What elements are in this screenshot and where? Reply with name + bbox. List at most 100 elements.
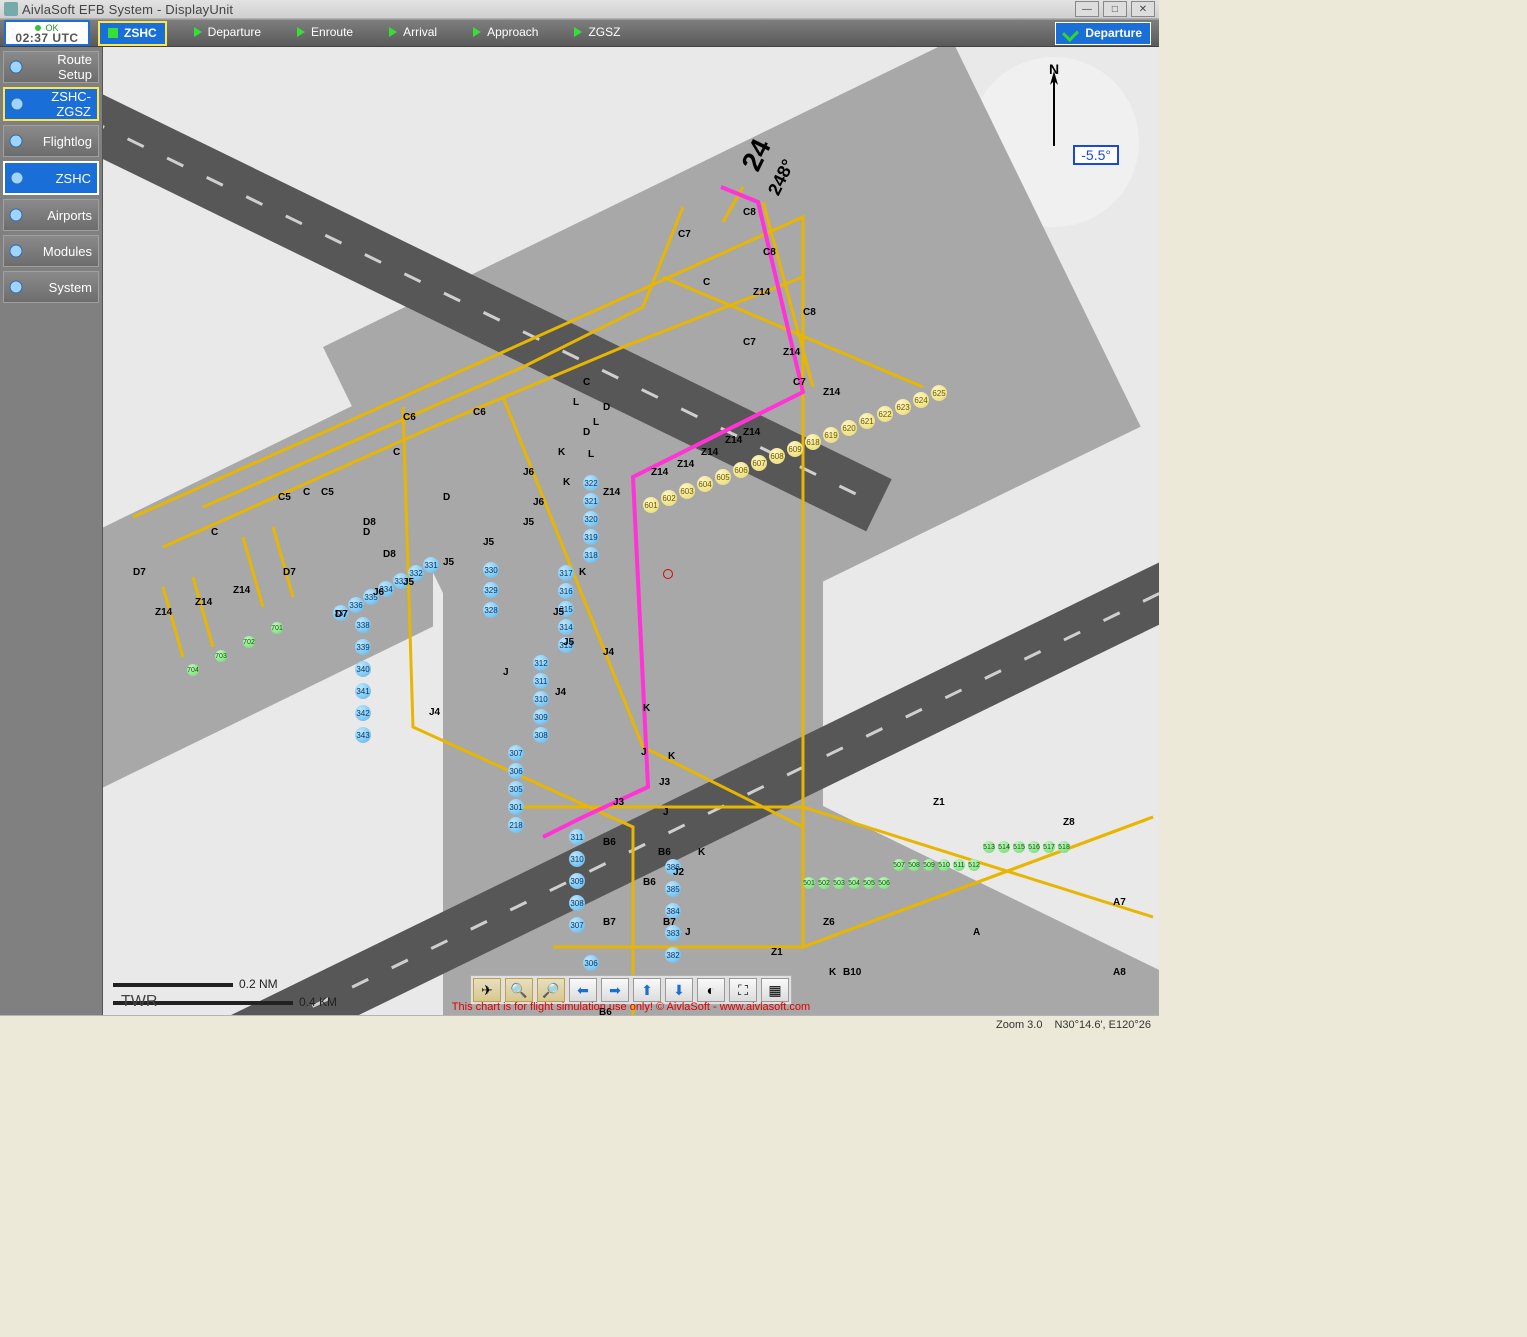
grid-button[interactable]: ▦ [761, 978, 789, 1002]
gate-506: 506 [878, 877, 890, 889]
phase-button-departure[interactable]: Departure [1055, 22, 1151, 45]
globe-icon [8, 59, 24, 75]
taxiway-label-J5: J5 [553, 607, 564, 618]
arrow-left-button[interactable]: ⬅ [569, 978, 597, 1002]
gate-602: 602 [661, 490, 677, 506]
taxiway-label-C5: C5 [278, 492, 291, 503]
sidebar-zshc-zgsz[interactable]: ZSHC-ZGSZ [3, 87, 99, 121]
taxiway-label-J6: J6 [533, 497, 544, 508]
gate-305: 305 [508, 781, 524, 797]
day-night-icon: ◐ [707, 982, 715, 998]
gate-623: 623 [895, 399, 911, 415]
nav-departure[interactable]: Departure [185, 21, 270, 44]
taxiway-label-K: K [643, 703, 650, 714]
taxiway-label-C: C [303, 487, 310, 498]
sidebar-label: ZSHC [31, 171, 93, 186]
sidebar-modules[interactable]: Modules [3, 235, 99, 267]
sidebar-system[interactable]: System [3, 271, 99, 303]
gate-624: 624 [913, 392, 929, 408]
app-icon [4, 2, 18, 16]
taxiway-label-C6: C6 [473, 407, 486, 418]
twr-label: TWR [121, 993, 157, 1011]
taxiway-label-D: D [443, 492, 450, 503]
arrow-up-button[interactable]: ⬆ [633, 978, 661, 1002]
gate-340: 340 [355, 661, 371, 677]
gate-331: 331 [423, 557, 439, 573]
scale-nm: 0.2 NM [239, 977, 278, 991]
sidebar-airports[interactable]: Airports [3, 199, 99, 231]
sidebar-label: Route Setup [30, 52, 94, 82]
taxiway-label-B6: B6 [643, 877, 656, 888]
gate-703: 703 [215, 650, 227, 662]
arrow-down-icon: ⬇ [673, 982, 685, 999]
gate-317: 317 [558, 565, 574, 581]
taxiway-label-K: K [698, 847, 705, 858]
gate-503: 503 [833, 877, 845, 889]
taxiway-label-C: C [583, 377, 590, 388]
taxiway-label-A: A [973, 927, 980, 938]
taxiway-label-J2: J2 [673, 867, 684, 878]
taxiway-label-Z1: Z1 [933, 797, 945, 808]
taxiway-label-D7: D7 [133, 567, 146, 578]
taxiway-label-D: D [603, 402, 610, 413]
gate-502: 502 [818, 877, 830, 889]
taxiway-label-Z14: Z14 [725, 435, 742, 446]
taxiway-label-J5: J5 [523, 517, 534, 528]
gate-311: 311 [533, 673, 549, 689]
gate-604: 604 [697, 476, 713, 492]
taxiway-label-D7: D7 [283, 567, 296, 578]
taxiway-label-Z1: Z1 [771, 947, 783, 958]
taxiway-label-C8: C8 [743, 207, 756, 218]
zoom-out-button[interactable]: 🔎 [537, 978, 565, 1002]
gate-309: 309 [533, 709, 549, 725]
airport-chart[interactable]: N -5.5° 24 248° [103, 47, 1159, 1015]
plane-button[interactable]: ✈ [473, 978, 501, 1002]
nav-arrival[interactable]: Arrival [380, 21, 446, 44]
fullscreen-button[interactable]: ⛶ [729, 978, 757, 1002]
modules-icon [8, 243, 24, 259]
gate-218: 218 [508, 817, 524, 833]
nav-enroute[interactable]: Enroute [288, 21, 362, 44]
taxiway-label-J: J [685, 927, 691, 938]
taxiway-label-J4: J4 [555, 687, 566, 698]
taxiway-label-J6: J6 [523, 467, 534, 478]
close-button[interactable]: ✕ [1131, 1, 1155, 17]
nav-zshc[interactable]: ZSHC [98, 21, 167, 46]
minimize-button[interactable]: — [1075, 1, 1099, 17]
phase-label: Departure [1085, 26, 1142, 40]
zoom-in-button[interactable]: 🔍 [505, 978, 533, 1002]
gate-301: 301 [508, 799, 524, 815]
taxiway-label-A7: A7 [1113, 897, 1126, 908]
gate-511: 511 [953, 859, 965, 871]
gate-518: 518 [1058, 841, 1070, 853]
taxiway-label-Z14: Z14 [823, 387, 840, 398]
gate-517: 517 [1043, 841, 1055, 853]
taxiway-label-C5: C5 [321, 487, 334, 498]
fullscreen-icon: ⛶ [738, 982, 748, 999]
arrow-icon [574, 27, 582, 37]
taxiway-label-C: C [211, 527, 218, 538]
gate-619: 619 [823, 427, 839, 443]
utc-time: 02:37 UTC [15, 33, 78, 43]
arrow-left-icon: ⬅ [577, 982, 589, 999]
gate-516: 516 [1028, 841, 1040, 853]
sidebar-zshc[interactable]: ZSHC [3, 161, 99, 195]
arrow-right-button[interactable]: ➡ [601, 978, 629, 1002]
sidebar-route-setup[interactable]: Route Setup [3, 51, 99, 83]
gate-321: 321 [583, 493, 599, 509]
sidebar-flightlog[interactable]: Flightlog [3, 125, 99, 157]
nav-zgsz[interactable]: ZGSZ [565, 21, 629, 44]
taxiway-label-Z14: Z14 [195, 597, 212, 608]
gate-320: 320 [583, 511, 599, 527]
gate-308: 308 [569, 895, 585, 911]
maximize-button[interactable]: □ [1103, 1, 1127, 17]
arrow-down-button[interactable]: ⬇ [665, 978, 693, 1002]
gate-314: 314 [558, 619, 574, 635]
gate-309: 309 [569, 873, 585, 889]
taxiway-label-B10: B10 [843, 967, 861, 978]
gate-342: 342 [355, 705, 371, 721]
nav-approach[interactable]: Approach [464, 21, 547, 44]
taxiway-label-J4: J4 [603, 647, 614, 658]
taxiway-label-Z14: Z14 [677, 459, 694, 470]
day-night-button[interactable]: ◐ [697, 978, 725, 1002]
